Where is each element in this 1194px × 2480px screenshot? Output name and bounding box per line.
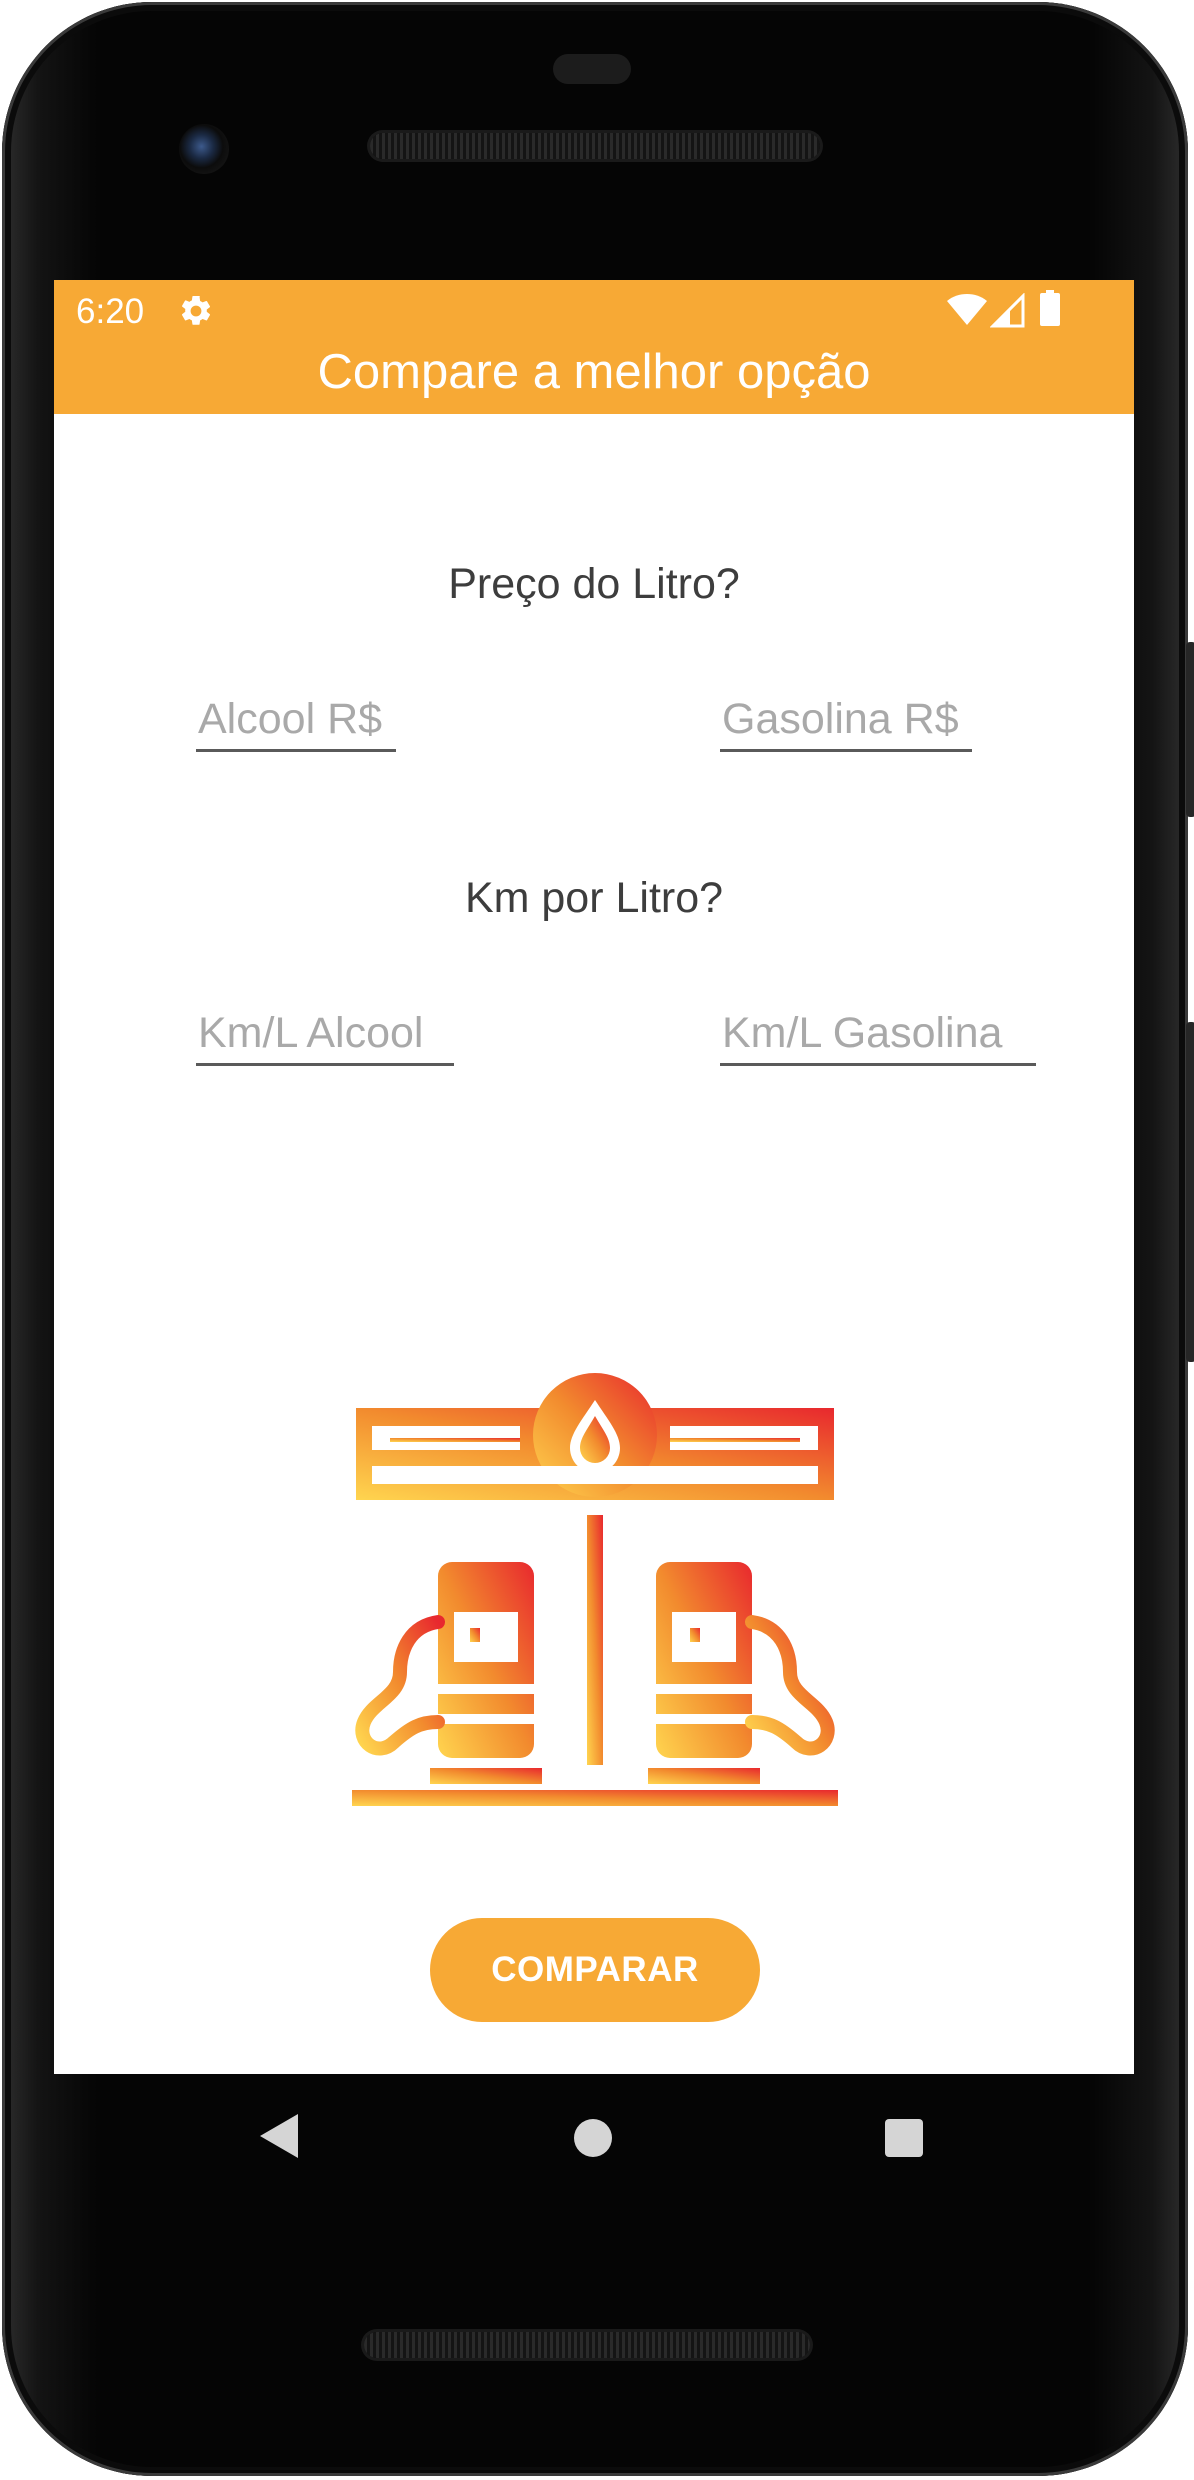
app-bar: Compare a melhor opção (54, 338, 1134, 414)
top-speaker-grille (370, 133, 820, 159)
gear-icon (181, 295, 211, 325)
power-button (1186, 642, 1194, 817)
alcool-price-input[interactable] (196, 690, 396, 752)
compare-button[interactable]: COMPARAR (430, 1918, 760, 2022)
volume-button (1186, 1022, 1194, 1362)
front-camera (179, 124, 229, 174)
back-icon[interactable] (258, 2112, 300, 2160)
status-time: 6:20 (76, 292, 145, 331)
earpiece (553, 54, 631, 84)
status-bar: 6:20 (54, 280, 1134, 338)
gasolina-price-input[interactable] (720, 690, 972, 752)
km-section-label: Km por Litro? (464, 874, 724, 922)
alcool-km-input[interactable] (196, 1004, 454, 1066)
phone-frame: 6:20 Compare a melhor opção Preço do Lit… (2, 2, 1194, 2476)
gasolina-km-input[interactable] (720, 1004, 1036, 1066)
app-screen: 6:20 Compare a melhor opção Preço do Lit… (54, 280, 1134, 2074)
recents-icon[interactable] (885, 2119, 923, 2157)
bottom-speaker-grille (364, 2332, 810, 2358)
wifi-icon (947, 294, 987, 325)
price-section-label: Preço do Litro? (448, 560, 740, 608)
gas-station-icon (352, 1373, 838, 1806)
signal-icon (990, 293, 1025, 328)
app-title: Compare a melhor opção (317, 345, 871, 399)
battery-icon (1040, 290, 1060, 326)
home-icon[interactable] (574, 2119, 612, 2157)
